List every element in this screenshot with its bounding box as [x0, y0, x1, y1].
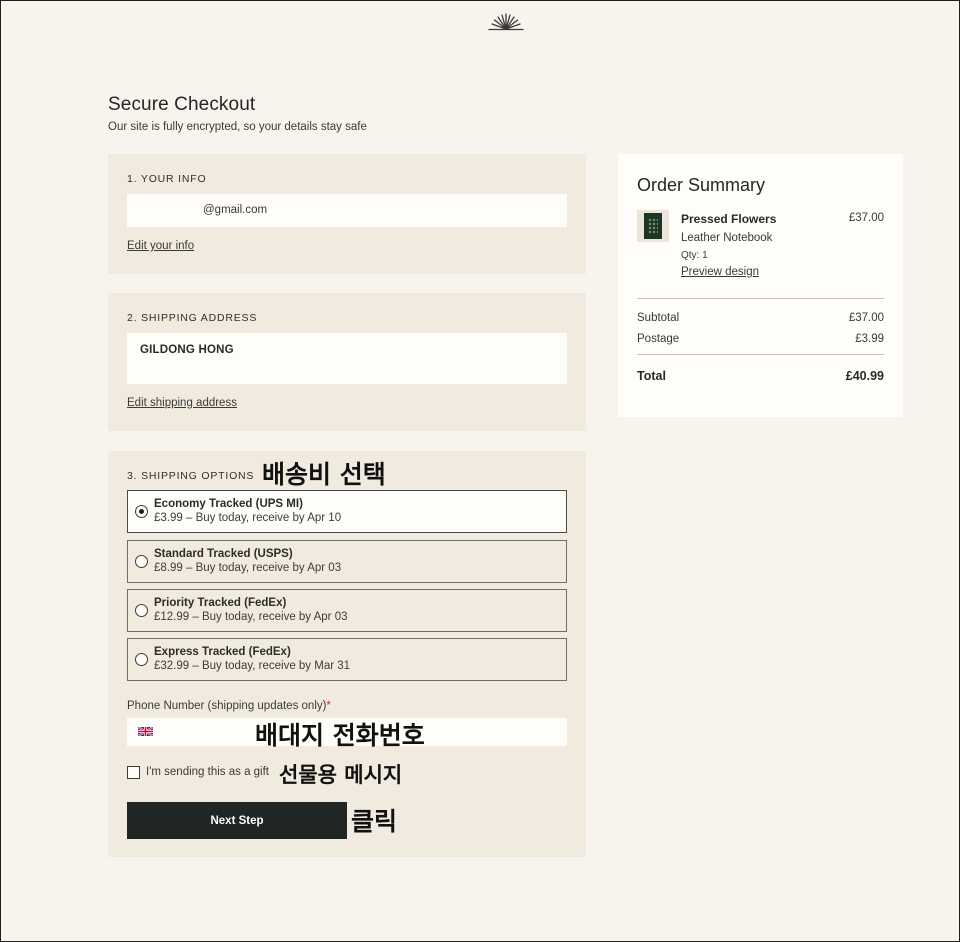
email-value: @gmail.com	[203, 204, 268, 216]
sunburst-logo-icon[interactable]	[485, 11, 527, 33]
next-step-button[interactable]: Next Step	[127, 802, 347, 839]
subtotal-value: £37.00	[848, 312, 884, 324]
shipping-option-standard[interactable]: Standard Tracked (USPS) £8.99 – Buy toda…	[127, 540, 567, 583]
edit-info-link[interactable]: Edit your info	[127, 240, 194, 252]
radio-button[interactable]	[135, 505, 148, 518]
order-summary-title: Order Summary	[637, 175, 766, 195]
shipping-address-section: 2. SHIPPING ADDRESS GILDONG HONG Edit sh…	[108, 293, 586, 431]
option-desc: £8.99 – Buy today, receive by Apr 03	[154, 562, 342, 574]
radio-button[interactable]	[135, 555, 148, 568]
shipping-options-section: 3. SHIPPING OPTIONS 배송비 선택 Economy Track…	[108, 451, 586, 857]
option-name: Priority Tracked (FedEx)	[154, 597, 287, 609]
product-name: Pressed Flowers	[681, 212, 777, 226]
order-summary: Order Summary Pressed Flowers £37.00 Lea…	[618, 154, 903, 417]
radio-button[interactable]	[135, 604, 148, 617]
gift-label: I'm sending this as a gift	[146, 766, 270, 778]
shipping-option-priority[interactable]: Priority Tracked (FedEx) £12.99 – Buy to…	[127, 589, 567, 632]
total-value: £40.99	[845, 369, 884, 383]
product-type: Leather Notebook	[681, 232, 773, 244]
gift-checkbox[interactable]	[127, 766, 140, 779]
shipping-option-economy[interactable]: Economy Tracked (UPS MI) £3.99 – Buy tod…	[127, 490, 567, 533]
annotation-gift: 선물용 메시지	[279, 763, 403, 787]
divider	[637, 298, 884, 299]
shipping-option-express[interactable]: Express Tracked (FedEx) £32.99 – Buy tod…	[127, 638, 567, 681]
recipient-name: GILDONG HONG	[140, 344, 234, 356]
subtotal-label: Subtotal	[637, 312, 680, 324]
edit-address-link[interactable]: Edit shipping address	[127, 397, 237, 409]
total-label: Total	[637, 369, 666, 383]
required-mark: *	[326, 700, 331, 712]
your-info-heading: 1. YOUR INFO	[127, 173, 207, 185]
option-desc: £3.99 – Buy today, receive by Apr 10	[154, 512, 342, 524]
uk-flag-icon[interactable]	[138, 727, 153, 736]
product-price: £37.00	[848, 212, 884, 224]
divider	[637, 354, 884, 355]
your-info-section: 1. YOUR INFO @gmail.com Edit your info	[108, 154, 586, 274]
preview-design-link[interactable]: Preview design	[681, 266, 759, 278]
postage-label: Postage	[637, 333, 680, 345]
radio-button[interactable]	[135, 653, 148, 666]
product-thumbnail	[637, 210, 669, 242]
product-qty: Qty: 1	[681, 250, 708, 261]
option-name: Standard Tracked (USPS)	[154, 548, 293, 560]
option-name: Economy Tracked (UPS MI)	[154, 498, 303, 510]
postage-value: £3.99	[855, 333, 884, 345]
shipping-address-heading: 2. SHIPPING ADDRESS	[127, 312, 258, 324]
shipping-options-heading: 3. SHIPPING OPTIONS	[127, 470, 255, 482]
option-name: Express Tracked (FedEx)	[154, 646, 291, 658]
option-desc: £12.99 – Buy today, receive by Apr 03	[154, 611, 348, 623]
phone-label: Phone Number (shipping updates only)*	[127, 700, 331, 712]
annotation-click: 클릭	[351, 807, 398, 836]
notebook-image	[644, 213, 662, 239]
radio-dot	[139, 509, 144, 514]
phone-label-text: Phone Number (shipping updates only)	[127, 700, 327, 712]
page-title: Secure Checkout	[108, 94, 256, 115]
email-field[interactable]: @gmail.com	[127, 194, 567, 227]
annotation-shipping-fee: 배송비 선택	[262, 460, 386, 489]
page-subtitle: Our site is fully encrypted, so your det…	[108, 121, 367, 133]
annotation-phone: 배대지 전화번호	[255, 721, 425, 750]
address-display: GILDONG HONG	[127, 333, 567, 384]
option-desc: £32.99 – Buy today, receive by Mar 31	[154, 660, 351, 672]
